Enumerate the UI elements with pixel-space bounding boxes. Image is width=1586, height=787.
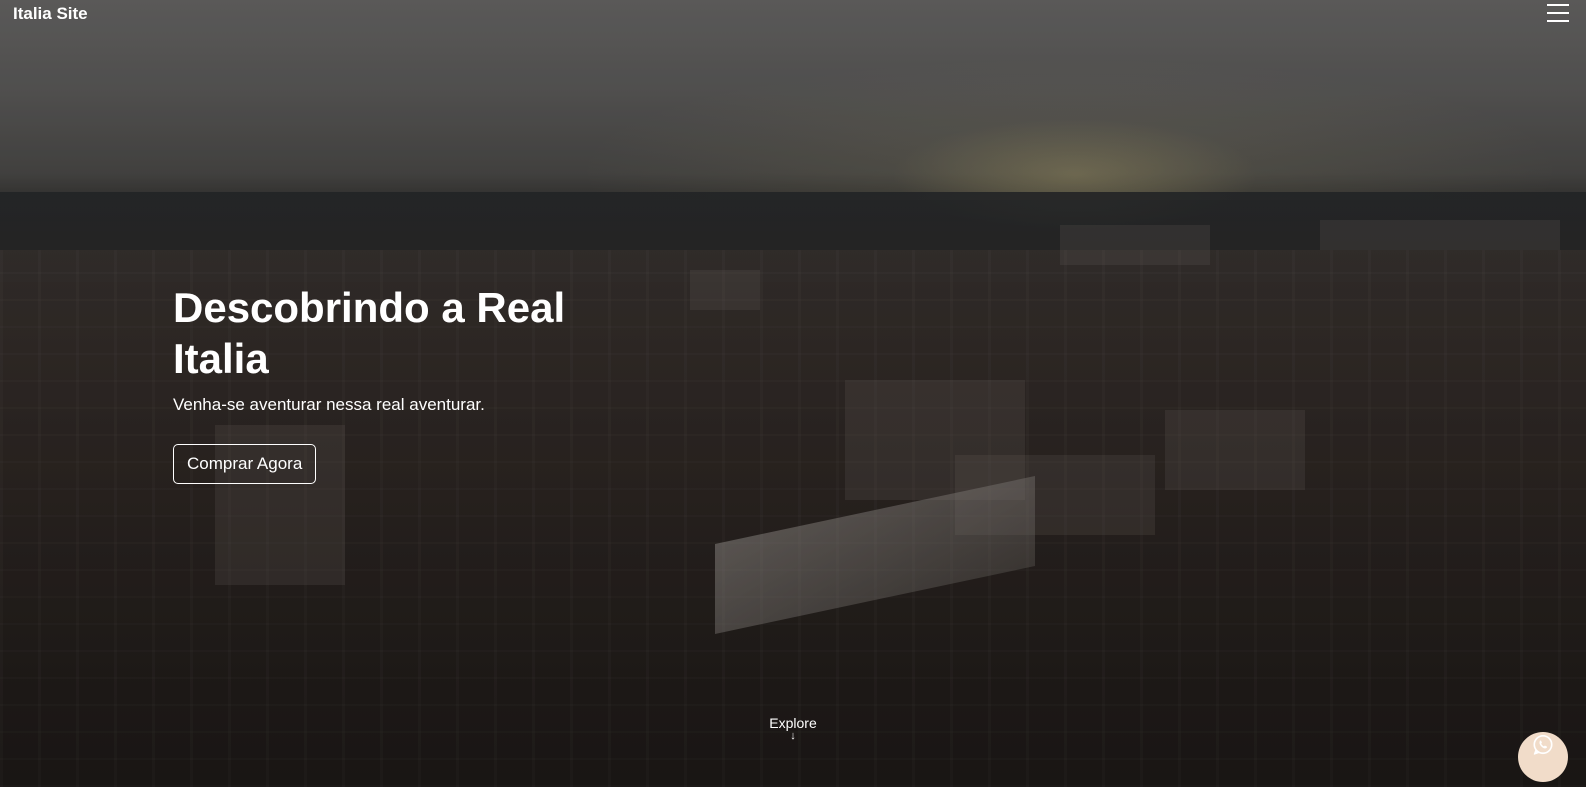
menu-bar xyxy=(1547,4,1569,6)
hero-content: Descobrindo a Real Italia Venha-se avent… xyxy=(173,282,633,484)
brand-logo[interactable]: Italia Site xyxy=(13,4,88,24)
hero-section: Italia Site Descobrindo a Real Italia Ve… xyxy=(0,0,1586,787)
menu-bar xyxy=(1547,12,1569,14)
arrow-down-icon: ↓ xyxy=(790,730,796,742)
hero-title: Descobrindo a Real Italia xyxy=(173,284,566,382)
menu-bar xyxy=(1547,20,1569,22)
explore-link[interactable]: Explore ↓ xyxy=(743,715,843,742)
explore-label: Explore xyxy=(769,715,817,731)
hamburger-menu-icon[interactable] xyxy=(1547,3,1569,23)
whatsapp-icon xyxy=(1533,735,1553,755)
hero-subtitle: Venha-se aventurar nessa real aventurar. xyxy=(173,395,485,414)
buy-now-button[interactable]: Comprar Agora xyxy=(173,444,317,484)
whatsapp-button[interactable] xyxy=(1518,732,1568,782)
